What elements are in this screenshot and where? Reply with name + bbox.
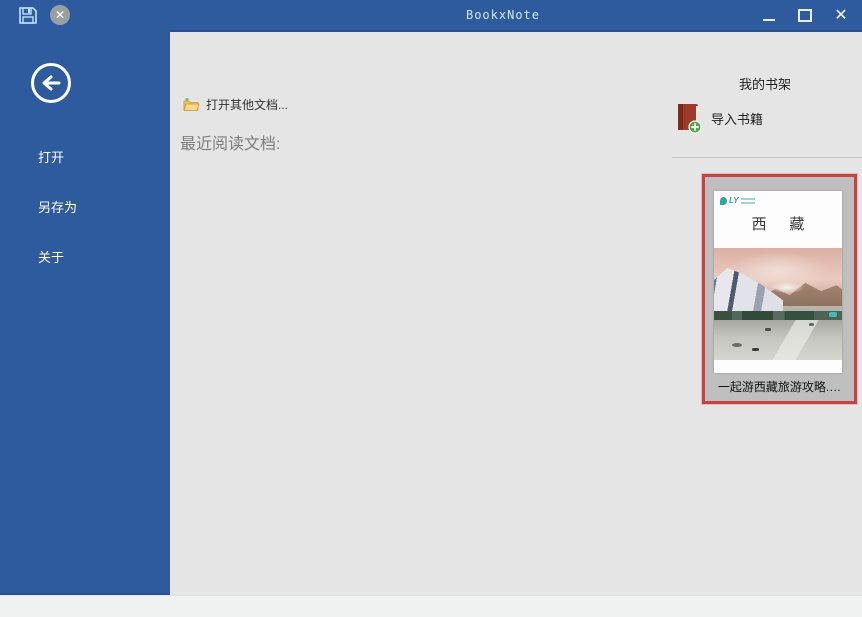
close-document-icon[interactable]: ✕ — [50, 5, 70, 25]
book-cover-title: 西 藏 — [714, 213, 842, 234]
publisher-logo: LY — [720, 196, 755, 205]
import-books-label: 导入书籍 — [711, 109, 763, 128]
open-other-docs-button[interactable]: 打开其他文档... — [183, 96, 288, 113]
import-books-button[interactable]: 导入书籍 — [675, 102, 763, 134]
app-window: ✕ BookxNote ✕ 打开 另存为 关于 — [0, 0, 862, 617]
minimize-button[interactable] — [758, 4, 780, 26]
sidebar-item-about[interactable]: 关于 — [38, 247, 64, 266]
save-icon[interactable] — [18, 5, 38, 25]
logo-leaf-icon — [720, 197, 727, 205]
minimize-icon — [763, 19, 775, 21]
sidebar-item-save-as[interactable]: 另存为 — [38, 197, 77, 216]
maximize-icon — [798, 9, 812, 22]
book-item-selected[interactable]: LY 西 藏 一起游西藏旅游攻略.… — [702, 174, 857, 404]
import-book-icon — [675, 102, 703, 134]
back-button[interactable] — [30, 62, 72, 104]
arrow-left-icon — [44, 77, 59, 89]
window-controls: ✕ — [758, 0, 852, 30]
cover-photo — [714, 248, 842, 360]
open-other-docs-label: 打开其他文档... — [206, 96, 288, 113]
sidebar: 打开 另存为 关于 — [0, 30, 170, 595]
status-bar — [0, 595, 862, 617]
recent-docs-label: 最近阅读文档: — [180, 130, 280, 154]
maximize-button[interactable] — [794, 4, 816, 26]
main-content: 打开其他文档... 最近阅读文档: 我的书架 导入书籍 LY — [170, 30, 862, 595]
logo-text: LY — [729, 196, 739, 205]
shelf-divider — [672, 157, 862, 158]
titlebar: ✕ BookxNote ✕ — [0, 0, 862, 30]
window-title: BookxNote — [466, 8, 540, 22]
close-icon: ✕ — [834, 5, 847, 25]
logo-subtext — [741, 198, 755, 204]
folder-open-icon — [183, 97, 200, 112]
book-title-caption: 一起游西藏旅游攻略.… — [705, 378, 854, 395]
sidebar-item-open[interactable]: 打开 — [38, 147, 64, 166]
close-button[interactable]: ✕ — [830, 4, 852, 26]
book-cover: LY 西 藏 — [714, 191, 842, 373]
bookshelf-title: 我的书架 — [710, 74, 820, 93]
